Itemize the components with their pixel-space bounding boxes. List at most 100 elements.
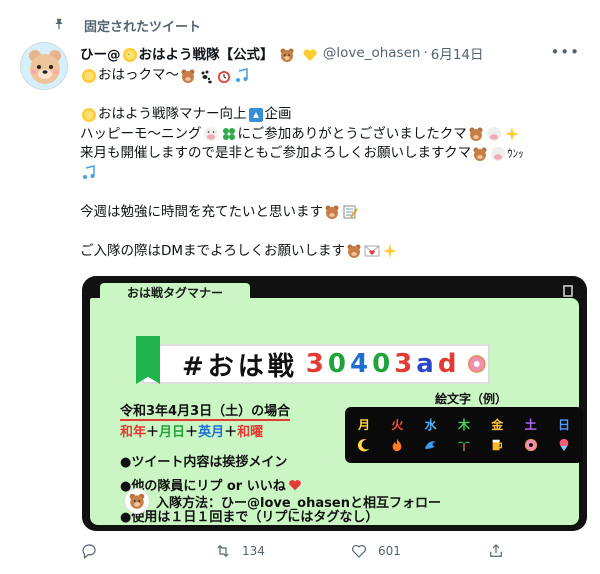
bear-avatar-icon bbox=[21, 43, 67, 89]
palm-tree-icon bbox=[457, 441, 471, 452]
sparkles-icon bbox=[504, 127, 519, 142]
reply-button[interactable] bbox=[80, 542, 108, 560]
hashtag-digits: 30403ad bbox=[306, 349, 461, 379]
donut-icon bbox=[468, 355, 487, 373]
cow-face-icon bbox=[486, 127, 501, 142]
pinned-tweet-label: 固定されたツイート bbox=[54, 16, 201, 35]
tweet-line: 今週は勉強に時間を充てたいと思います bbox=[80, 203, 585, 223]
weekday-label: 木 bbox=[457, 418, 470, 432]
sun-face-icon bbox=[82, 107, 96, 122]
tweet-line: 来月も開催しますので是非ともご参加よろしくお願いしますクマ ｳﾝｯ bbox=[80, 144, 585, 164]
paw-prints-icon bbox=[201, 70, 212, 84]
tweet-line: おはよう戦隊マナー向上 企画 bbox=[80, 105, 585, 125]
like-button[interactable]: 601 bbox=[350, 542, 401, 560]
crescent-moon-icon bbox=[357, 439, 370, 452]
display-name[interactable]: ひー@ おはよう戦隊【公式】 bbox=[80, 43, 319, 63]
yellow-heart-icon bbox=[303, 49, 317, 61]
musical-notes-icon bbox=[236, 67, 248, 82]
tweet-actions: 134 601 bbox=[80, 542, 502, 564]
study-text: 今週は勉強に時間を充てたいと思います bbox=[80, 203, 323, 220]
nod-text: ｳﾝｯ bbox=[507, 147, 524, 160]
event-text-suffix: 企画 bbox=[264, 106, 292, 122]
cow-face-icon bbox=[203, 127, 218, 142]
reply-icon bbox=[82, 544, 96, 559]
share-button[interactable] bbox=[487, 542, 515, 560]
weekday-label: 水 bbox=[424, 418, 437, 432]
more-options-icon[interactable]: ••• bbox=[550, 43, 580, 61]
retweet-button[interactable]: 134 bbox=[214, 542, 265, 560]
tweet-line bbox=[80, 164, 585, 184]
weekday-labels: 月火水木金土日 bbox=[357, 416, 571, 433]
separator-dot: · bbox=[423, 45, 428, 61]
hashtag-char: 0 bbox=[327, 349, 350, 379]
happy-morning-text: ハッピーモ～ニング bbox=[80, 125, 202, 142]
fire-icon bbox=[392, 438, 402, 452]
water-wave-icon bbox=[424, 441, 436, 449]
sparkles-icon bbox=[383, 244, 398, 259]
tweet-date[interactable]: 6月14日 bbox=[431, 43, 484, 63]
weekday-emoji-table: 月火水木金土日 bbox=[345, 407, 583, 463]
date-part: ＋ bbox=[146, 425, 160, 440]
hashtag-char: d bbox=[437, 349, 461, 379]
retweet-count: 134 bbox=[242, 544, 265, 558]
tweet-header: ひー@ おはよう戦隊【公式】 @love_ohasen · 6月14日 ••• bbox=[80, 43, 580, 63]
hashtag-char: a bbox=[416, 349, 438, 379]
memo-icon bbox=[343, 205, 358, 219]
date-part: ＋ bbox=[185, 425, 199, 440]
emoji-example-caption: 絵文字（例） bbox=[435, 392, 508, 406]
tweet-text: おはっクマ～ おはよう戦隊マナー向上 企画 ハッピーモ～ニング にご参加ありがと… bbox=[80, 66, 585, 261]
weekday-label: 日 bbox=[557, 418, 570, 432]
date-part: ＋ bbox=[224, 425, 238, 440]
bear-face-icon bbox=[124, 488, 150, 514]
hashtag-char: 3 bbox=[394, 349, 417, 379]
hashtag-prefix: #おは戦 bbox=[182, 351, 298, 382]
weekday-icons bbox=[357, 438, 571, 452]
alarm-clock-icon bbox=[218, 70, 230, 83]
avatar[interactable] bbox=[20, 42, 68, 90]
join-method-text: 入隊方法：ひー@love_ohasenと相互フォロー bbox=[156, 495, 441, 511]
bookmark-ribbon bbox=[136, 336, 160, 384]
cow-face-icon bbox=[491, 146, 506, 161]
bear-face-icon bbox=[473, 147, 487, 161]
retweet-icon bbox=[217, 545, 229, 557]
musical-notes-icon bbox=[83, 165, 95, 180]
bear-face-icon bbox=[181, 69, 195, 83]
weekday-label: 火 bbox=[391, 418, 404, 432]
love-letter-icon bbox=[364, 245, 380, 257]
next-month-text: 来月も開催しますので是非ともご参加よろしくお願いしますクマ bbox=[80, 145, 472, 161]
hashtag-char: 3 bbox=[305, 349, 328, 379]
bear-face-icon bbox=[325, 205, 339, 220]
event-text: おはよう戦隊マナー向上 bbox=[98, 106, 247, 122]
date-part: 英月 bbox=[198, 425, 225, 440]
bear-face-icon bbox=[347, 244, 361, 259]
bear-face-icon bbox=[280, 48, 294, 62]
date-part: 月日 bbox=[159, 425, 186, 440]
user-handle[interactable]: @love_ohasen bbox=[323, 45, 421, 61]
weekday-label: 金 bbox=[491, 418, 504, 432]
donut-icon bbox=[524, 438, 537, 452]
beer-icon bbox=[492, 439, 503, 451]
up-arrow-box-icon bbox=[248, 107, 263, 122]
tweet-line: おはっクマ～ bbox=[80, 66, 585, 86]
pin-icon bbox=[55, 18, 63, 30]
bear-face-icon bbox=[469, 127, 483, 142]
rule-greeting: ●ツイート内容は挨拶メイン bbox=[120, 455, 288, 470]
date-part: 和年 bbox=[120, 425, 147, 440]
sun-face-icon bbox=[82, 68, 96, 83]
like-count: 601 bbox=[378, 544, 401, 558]
join-dm-text: ご入隊の際はDMまでよろしくお願いします bbox=[80, 242, 346, 259]
card-corner-icon bbox=[563, 285, 573, 297]
share-icon bbox=[490, 544, 502, 557]
pinned-text: 固定されたツイート bbox=[84, 20, 202, 35]
example-date: 令和3年4月3日（土）の場合 bbox=[120, 400, 291, 421]
hashtag-title: #おは戦 30403ad bbox=[142, 344, 490, 384]
date-breakdown: 和年＋月日＋英月＋和曜 bbox=[120, 421, 263, 440]
greeting-text: おはっクマ～ bbox=[98, 67, 179, 83]
heart-icon bbox=[352, 544, 366, 558]
hashtag-char: 4 bbox=[349, 349, 373, 379]
weekday-label: 月 bbox=[357, 418, 370, 432]
date-part: 和曜 bbox=[237, 425, 264, 440]
